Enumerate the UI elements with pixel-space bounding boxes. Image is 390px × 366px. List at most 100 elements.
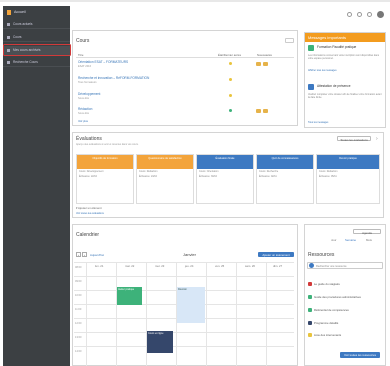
day-header: jeu. 24 bbox=[185, 264, 194, 268]
expand-label: Ajouter un élément bbox=[78, 206, 102, 210]
resource-item[interactable]: Guide des procédures administratives bbox=[305, 292, 385, 302]
sidebar-item-courses[interactable]: Cours bbox=[3, 33, 70, 42]
evaluation-card[interactable]: Questionnaire de satisfaction Cours: Réd… bbox=[136, 154, 194, 204]
messages-all-link[interactable]: Tous les messages bbox=[308, 121, 328, 124]
calendar-event[interactable]: Cours en ligne bbox=[147, 331, 173, 353]
grid-line bbox=[116, 262, 117, 366]
folder-icon bbox=[308, 333, 312, 337]
table-row[interactable]: Rédaction Sous-titre bbox=[74, 106, 296, 119]
course-name[interactable]: Rédaction bbox=[78, 107, 92, 111]
grid-line bbox=[74, 262, 294, 263]
search-icon bbox=[7, 60, 10, 64]
hour-label: 09:00 bbox=[75, 280, 82, 283]
message-item[interactable]: Formation Fiscalité pratique Les informa… bbox=[305, 45, 385, 77]
course-name[interactable]: Développement bbox=[78, 92, 100, 96]
new-event-button[interactable]: Ajouter un événement bbox=[258, 252, 294, 257]
view-day[interactable]: Jour bbox=[331, 238, 336, 242]
resource-item[interactable]: Programme détaillé bbox=[305, 318, 385, 328]
view-month[interactable]: Mois bbox=[366, 238, 372, 242]
avatar[interactable] bbox=[377, 11, 384, 18]
hour-label: 10:00 bbox=[75, 294, 82, 297]
sidebar-item-label: Cours bbox=[13, 35, 22, 39]
news-icon[interactable] bbox=[263, 109, 268, 113]
chevron-right-icon[interactable]: › bbox=[376, 136, 378, 142]
card-line: Échéance: 24/10 bbox=[139, 175, 157, 178]
calendar-title: Calendrier bbox=[76, 232, 100, 238]
evaluations-subtitle: Aperçu des évaluations à venir et récent… bbox=[76, 143, 139, 146]
message-text: Les informations concernant votre inscri… bbox=[308, 54, 380, 60]
calendar-event[interactable]: Atelier pratique bbox=[117, 287, 142, 305]
agenda-button[interactable]: Agenda bbox=[353, 229, 381, 235]
resource-label: Le guide du stagiaire bbox=[314, 282, 340, 286]
table-row[interactable]: Développement Sous-titre bbox=[74, 91, 296, 104]
top-edge bbox=[0, 0, 390, 2]
status-dot bbox=[229, 62, 232, 65]
all-resources-button[interactable]: Voir toutes les ressources bbox=[340, 352, 380, 358]
grid-line bbox=[86, 262, 87, 366]
evaluation-card[interactable]: Objectifs de formation Cours: Développem… bbox=[76, 154, 134, 204]
file-icon bbox=[308, 308, 312, 312]
bell-icon[interactable] bbox=[347, 12, 352, 17]
news-icon[interactable] bbox=[263, 62, 268, 66]
resource-item[interactable]: Liste des intervenants bbox=[305, 330, 385, 340]
file-icon bbox=[308, 295, 312, 299]
view-week[interactable]: Semaine bbox=[345, 238, 356, 242]
course-name[interactable]: Recherche et innovation – RéFORM-FORMATI… bbox=[78, 76, 149, 80]
resource-label: Liste des intervenants bbox=[314, 333, 342, 337]
status-dot bbox=[229, 94, 232, 97]
news-icon[interactable] bbox=[256, 62, 261, 66]
calendar-event[interactable]: Réunion bbox=[177, 287, 205, 323]
courses-title: Cours bbox=[76, 38, 90, 44]
all-evaluations-button[interactable]: Toutes les évaluations bbox=[337, 136, 371, 142]
prev-icon[interactable]: ‹ bbox=[76, 252, 81, 257]
resource-label: Guide des procédures administratives bbox=[314, 295, 361, 299]
evaluations-footer-link[interactable]: Voir toutes les évaluations bbox=[76, 212, 104, 215]
course-sub: ESAT 2016 bbox=[78, 65, 92, 68]
hour-label: 11:00 bbox=[75, 308, 82, 311]
hour-label: 13:00 bbox=[75, 336, 82, 339]
book-icon bbox=[7, 35, 10, 39]
calendar-month: Janvier bbox=[183, 252, 196, 257]
card-head: Questionnaire de satisfaction bbox=[137, 155, 193, 169]
resources-search-input[interactable]: Rechercher une ressource bbox=[307, 262, 383, 269]
evaluation-card[interactable]: Devoir pratique Cours: Rédaction Échéanc… bbox=[316, 154, 380, 204]
message-link[interactable]: Afficher tous les messages bbox=[308, 69, 337, 72]
resource-item[interactable]: Référentiel de compétences bbox=[305, 305, 385, 315]
resource-label: Référentiel de compétences bbox=[314, 308, 349, 312]
day-header: dim. 27 bbox=[273, 264, 283, 268]
table-row[interactable]: Recherche et innovation – RéFORM-FORMATI… bbox=[74, 75, 296, 88]
logo-icon bbox=[7, 9, 11, 15]
courses-menu-button[interactable] bbox=[285, 38, 294, 43]
evaluation-card[interactable]: Quiz de connaissances Cours: Recherche É… bbox=[256, 154, 314, 204]
grid-line bbox=[74, 332, 294, 333]
courses-see-all-link[interactable]: Voir plus bbox=[78, 120, 88, 123]
chat-icon[interactable] bbox=[357, 12, 362, 17]
course-sub: Tous formateurs bbox=[78, 81, 97, 84]
day-header: ven. 25 bbox=[215, 264, 225, 268]
card-head: Objectifs de formation bbox=[77, 155, 133, 169]
day-header: mer. 23 bbox=[155, 264, 165, 268]
resources-title: Ressources bbox=[308, 252, 335, 258]
next-icon[interactable]: › bbox=[82, 252, 87, 257]
topbar-icons bbox=[347, 11, 384, 18]
gear-icon[interactable] bbox=[367, 12, 372, 17]
document-icon bbox=[308, 321, 312, 325]
evaluations-expand[interactable]: ▾ Ajouter un élément bbox=[76, 206, 102, 210]
today-link[interactable]: Aujourd'hui bbox=[90, 253, 104, 257]
search-icon bbox=[309, 263, 314, 268]
message-title: Formation Fiscalité pratique bbox=[317, 45, 357, 49]
resource-item[interactable]: Le guide du stagiaire bbox=[305, 279, 385, 289]
hour-label: 14:00 bbox=[75, 350, 82, 353]
message-text: Veuillez compléter votre dossier afin de… bbox=[308, 93, 382, 99]
message-item[interactable]: Attestation de présence Veuillez complét… bbox=[305, 84, 385, 116]
news-icon[interactable] bbox=[256, 109, 261, 113]
sidebar-item-current-courses[interactable]: Cours actuels bbox=[3, 20, 70, 29]
brand[interactable]: Accueil bbox=[3, 7, 70, 17]
message-icon bbox=[308, 45, 314, 51]
card-head: Évaluation finale bbox=[197, 155, 253, 169]
hour-label: 12:00 bbox=[75, 322, 82, 325]
sidebar-item-search-courses[interactable]: Recherche Cours bbox=[3, 58, 70, 67]
evaluation-card[interactable]: Évaluation finale Cours: Orientation Éch… bbox=[196, 154, 254, 204]
table-row[interactable]: Orientation ESAT – FORMATEURS ESAT 2016 bbox=[74, 59, 296, 72]
course-name[interactable]: Orientation ESAT – FORMATEURS bbox=[78, 60, 128, 64]
